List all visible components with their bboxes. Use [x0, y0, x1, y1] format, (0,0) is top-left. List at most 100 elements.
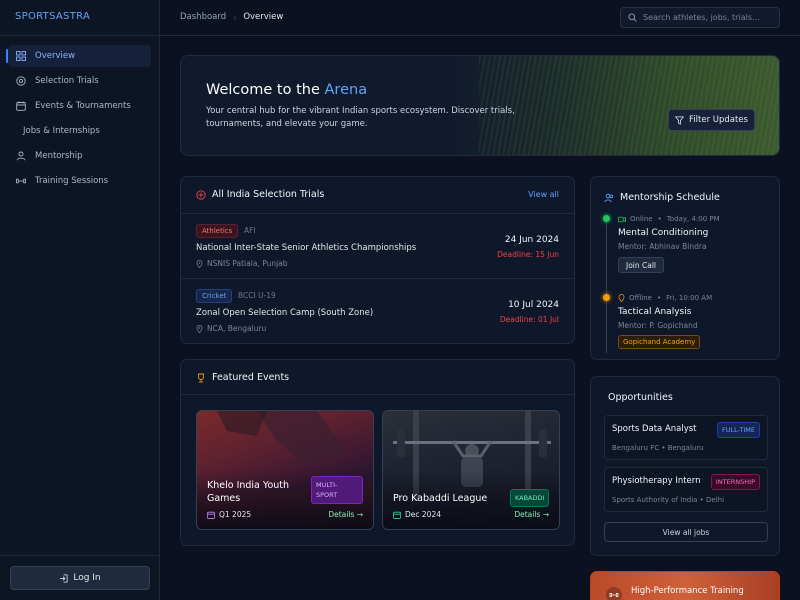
- event-badge: KABADDI: [510, 489, 550, 507]
- location-pin-icon: [618, 294, 625, 302]
- login-icon: [60, 573, 68, 583]
- sidebar-item-training[interactable]: Training Sessions: [8, 170, 151, 192]
- sidebar-item-label: Events & Tournaments: [35, 101, 131, 111]
- event-date-text: Dec 2024: [405, 510, 441, 519]
- training-title: High-Performance Training: [631, 586, 744, 596]
- calendar-icon: [393, 511, 401, 519]
- trial-title: National Inter-State Senior Athletics Ch…: [196, 243, 417, 253]
- sidebar-item-label: Selection Trials: [35, 76, 99, 86]
- target-icon: [16, 76, 26, 86]
- view-all-link[interactable]: View all: [528, 190, 559, 199]
- sport-tag: Cricket: [196, 289, 233, 303]
- session-status: Online: [630, 215, 653, 223]
- trial-location: NCA, Bengaluru: [196, 324, 266, 333]
- sidebar-item-jobs[interactable]: Jobs & Internships: [8, 120, 151, 142]
- separator-dot: •: [657, 215, 662, 223]
- timeline-line: [606, 219, 607, 353]
- location-text: NCA, Bengaluru: [207, 324, 267, 333]
- sidebar-item-mentorship[interactable]: Mentorship: [8, 145, 151, 167]
- page-title: Welcome to the Arena: [206, 82, 367, 98]
- trial-item[interactable]: Athletics AFI National Inter-State Senio…: [181, 213, 574, 278]
- event-title: Pro Kabaddi League: [393, 493, 488, 504]
- sidebar-item-selection-trials[interactable]: Selection Trials: [8, 70, 151, 92]
- sidebar-item-label: Training Sessions: [35, 176, 109, 186]
- event-card[interactable]: Khelo India Youth Games MULTI-SPORT Q1 2…: [196, 410, 374, 530]
- search-icon: [628, 13, 637, 22]
- session-title: Mental Conditioning: [618, 228, 709, 238]
- grid-icon: [16, 51, 26, 61]
- trophy-icon: [198, 373, 204, 382]
- event-date: Q1 2025: [207, 510, 251, 519]
- view-all-jobs-button[interactable]: View all jobs: [604, 522, 768, 542]
- job-title: Sports Data Analyst: [612, 424, 697, 434]
- job-type-badge: FULL-TIME: [717, 422, 760, 438]
- job-type-badge: INTERNSHIP: [710, 474, 760, 490]
- filter-updates-button[interactable]: Filter Updates: [668, 109, 755, 131]
- join-call-button[interactable]: Join Call: [618, 257, 664, 273]
- brand-logo[interactable]: SPORTSASTRA: [0, 0, 159, 36]
- search-box[interactable]: [620, 7, 780, 28]
- title-prefix: Welcome to the: [206, 82, 320, 98]
- status-dot-online: [603, 215, 610, 222]
- featured-events-card: Featured Events Khelo India Youth Games …: [180, 359, 575, 546]
- separator-dot: •: [656, 294, 662, 302]
- trial-deadline: Deadline: 01 Jul: [499, 315, 559, 324]
- sidebar-item-overview[interactable]: Overview: [6, 45, 151, 67]
- title-highlight: Arena: [324, 82, 368, 98]
- video-icon: [618, 216, 626, 222]
- sidebar-item-label: Mentorship: [35, 151, 83, 161]
- location-text: NSNIS Patiala, Punjab: [207, 259, 288, 268]
- training-promo-card[interactable]: High-Performance Training: [590, 571, 780, 600]
- card-header: Mentorship Schedule: [604, 192, 720, 203]
- event-details-link[interactable]: Details →: [514, 510, 549, 519]
- event-badge: MULTI-SPORT: [311, 476, 363, 504]
- event-date: Dec 2024: [393, 510, 441, 519]
- turf-background: [479, 56, 779, 155]
- session-mentor: Mentor: P. Gopichand: [618, 321, 698, 330]
- event-card[interactable]: Pro Kabaddi League KABADDI Dec 2024 Deta…: [382, 410, 560, 530]
- welcome-banner: Welcome to the Arena Your central hub fo…: [180, 55, 780, 156]
- calendar-icon: [207, 511, 215, 519]
- users-icon: [604, 193, 614, 202]
- breadcrumb: Dashboard › Overview: [180, 12, 283, 22]
- breadcrumb-dashboard[interactable]: Dashboard: [180, 12, 226, 22]
- job-item[interactable]: Physiotherapy Intern INTERNSHIP Sports A…: [604, 467, 768, 512]
- trial-date: 10 Jul 2024: [508, 300, 559, 310]
- card-title: Mentorship Schedule: [620, 192, 720, 203]
- job-item[interactable]: Sports Data Analyst FULL-TIME Bengaluru …: [604, 415, 768, 460]
- target-icon: [196, 189, 206, 200]
- filter-label: Filter Updates: [689, 115, 748, 125]
- sidebar: SPORTSASTRA Overview Selection Trials Ev…: [0, 0, 160, 600]
- calendar-icon: [16, 101, 26, 111]
- trial-title: Zonal Open Selection Camp (South Zone): [196, 308, 374, 318]
- selection-trials-card: All India Selection Trials View all Athl…: [180, 176, 575, 344]
- topbar: Dashboard › Overview: [160, 0, 800, 36]
- trial-deadline: Deadline: 15 Jun: [497, 250, 559, 259]
- filter-icon: [675, 115, 685, 125]
- org-label: BCCI U-19: [238, 291, 276, 300]
- login-label: Log In: [73, 573, 101, 583]
- card-title: Featured Events: [212, 372, 290, 383]
- login-button[interactable]: Log In: [10, 566, 150, 590]
- location-pin-icon: [196, 259, 203, 268]
- users-icon: [16, 151, 26, 161]
- session-time: Today, 4:00 PM: [666, 215, 720, 223]
- sidebar-item-events[interactable]: Events & Tournaments: [8, 95, 151, 117]
- session-meta: Online • Today, 4:00 PM: [618, 215, 720, 223]
- sidebar-item-label: Overview: [35, 51, 76, 61]
- trial-date: 24 Jun 2024: [504, 235, 559, 245]
- academy-tag: Gopichand Academy: [618, 335, 701, 349]
- sidebar-nav: Overview Selection Trials Events & Tourn…: [0, 36, 159, 192]
- chevron-right-icon: ›: [233, 12, 237, 22]
- session-meta: Offline • Fri, 10:00 AM: [618, 294, 712, 302]
- card-header: Featured Events: [196, 372, 289, 383]
- status-dot-offline: [603, 294, 610, 301]
- event-details-link[interactable]: Details →: [328, 510, 363, 519]
- card-header: All India Selection Trials: [196, 189, 324, 200]
- card-title: All India Selection Trials: [212, 189, 325, 200]
- event-date-text: Q1 2025: [219, 510, 252, 519]
- search-input[interactable]: [643, 13, 773, 22]
- session-time: Fri, 10:00 AM: [666, 294, 713, 302]
- trial-item[interactable]: Cricket BCCI U-19 Zonal Open Selection C…: [181, 278, 574, 343]
- job-employer: Sports Authority of India • Delhi: [612, 496, 725, 504]
